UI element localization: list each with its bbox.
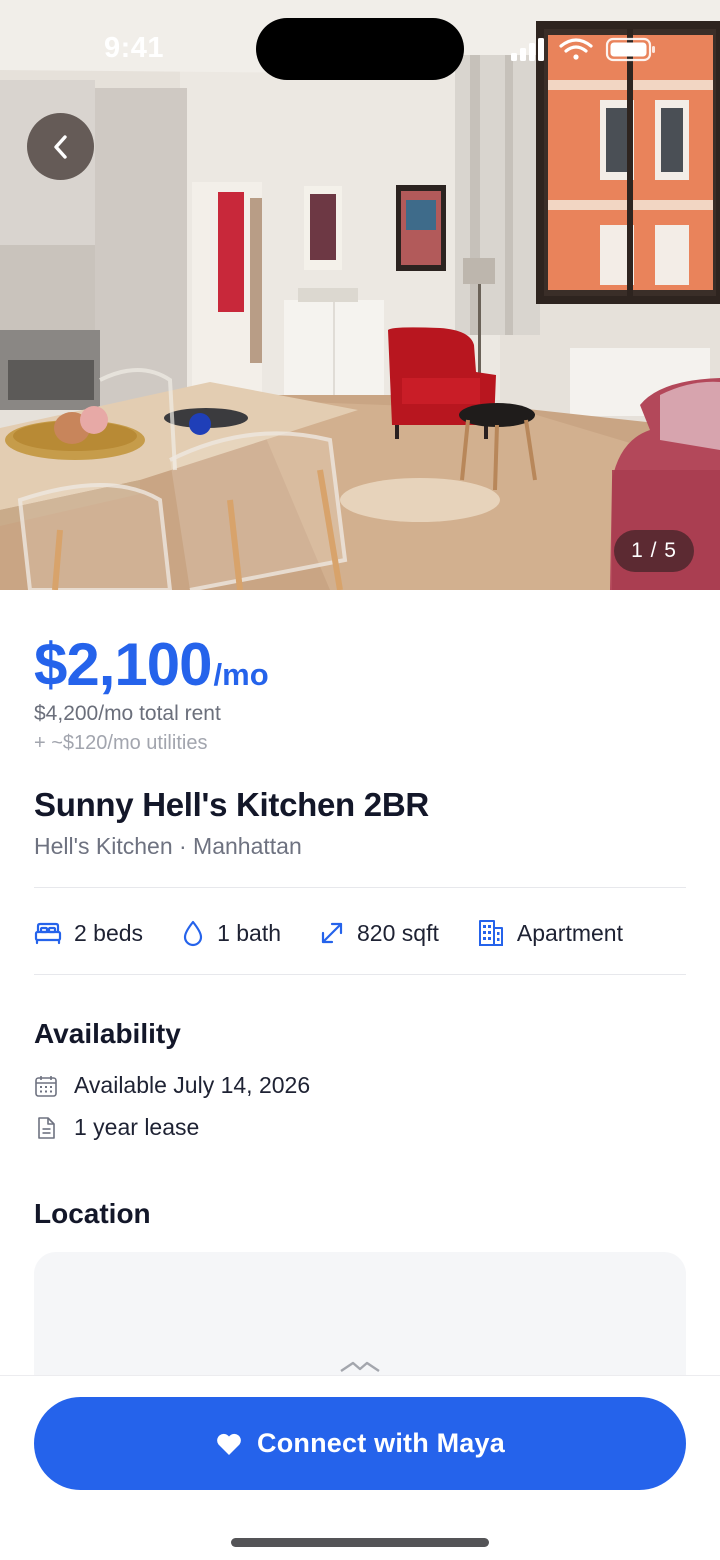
photo-counter: 1 / 5: [614, 530, 694, 572]
bed-icon: [34, 922, 62, 945]
dynamic-island: [256, 18, 464, 80]
status-time: 9:41: [104, 32, 165, 64]
status-icons: [511, 37, 655, 62]
heart-icon: [217, 1433, 241, 1455]
water-drop-icon: [183, 920, 203, 947]
listing-price: $2,100: [34, 631, 213, 698]
document-icon: [38, 1116, 55, 1139]
home-indicator: [231, 1538, 489, 1547]
signal-icon: [511, 38, 544, 61]
price-unit: /mo: [213, 657, 269, 692]
lease-term: 1 year lease: [74, 1114, 200, 1140]
wifi-icon: [559, 38, 593, 60]
lease-term-row: 1 year lease: [34, 1114, 199, 1141]
specs-row: 2 beds 1 bath 820 sqft Apartment: [34, 910, 686, 956]
availability-date-row: Available July 14, 2026: [34, 1072, 310, 1099]
divider: [34, 974, 686, 975]
location-heading: Location: [34, 1198, 151, 1229]
spec-type: Apartment: [477, 918, 623, 948]
listing-location: Hell's Kitchen · Manhattan: [34, 833, 302, 859]
spec-bath: 1 bath: [181, 919, 281, 947]
back-button[interactable]: [27, 113, 94, 180]
building-icon: [478, 920, 503, 946]
bottom-action-bar: Connect with Maya: [0, 1375, 720, 1560]
status-bar: 9:41: [0, 0, 720, 100]
calendar-icon: [35, 1075, 57, 1097]
utilities-estimate: + ~$120/mo utilities: [34, 732, 208, 754]
connect-button[interactable]: Connect with Maya: [34, 1397, 686, 1490]
spec-label: 2 beds: [74, 919, 144, 946]
spec-label: 1 bath: [217, 919, 282, 946]
battery-icon: [605, 37, 655, 62]
connect-button-label: Connect with Maya: [257, 1428, 505, 1458]
spec-label: Apartment: [516, 919, 623, 946]
price-row: $2,100 /mo: [34, 630, 269, 699]
spec-area: 820 sqft: [319, 920, 439, 947]
availability-heading: Availability: [34, 1018, 181, 1049]
spec-beds: 2 beds: [34, 920, 143, 947]
available-date: Available July 14, 2026: [74, 1072, 311, 1098]
chevron-left-icon: [53, 134, 67, 159]
total-rent: $4,200/mo total rent: [34, 702, 221, 725]
expand-arrow-icon: [321, 922, 343, 944]
listing-title: Sunny Hell's Kitchen 2BR: [34, 786, 429, 823]
spec-label: 820 sqft: [357, 919, 439, 946]
divider: [34, 887, 686, 888]
listing-photo-carousel[interactable]: 9:41 1 / 5: [0, 0, 720, 590]
